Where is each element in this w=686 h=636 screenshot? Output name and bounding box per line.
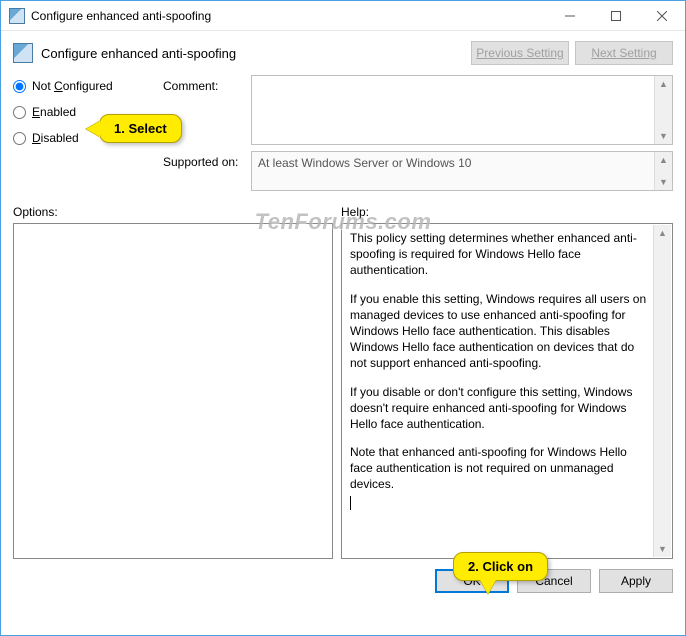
help-label: Help: — [341, 205, 369, 219]
options-label: Options: — [13, 205, 341, 219]
radio-not-configured-label: Not Configured — [32, 79, 113, 93]
scroll-down-icon[interactable]: ▼ — [655, 128, 672, 144]
scroll-up-icon[interactable]: ▲ — [655, 152, 672, 168]
section-labels: Options: Help: — [1, 191, 685, 221]
minimize-button[interactable] — [547, 1, 593, 30]
callout-tail-icon — [86, 121, 100, 137]
supported-on-box: At least Windows Server or Windows 10 ▲ … — [251, 151, 673, 191]
nav-buttons: Previous Setting Next Setting — [471, 41, 673, 65]
callout-tail-icon — [480, 580, 496, 594]
window-controls — [547, 1, 685, 30]
help-scrollbar[interactable]: ▲ ▼ — [653, 225, 671, 557]
close-button[interactable] — [639, 1, 685, 30]
titlebar: Configure enhanced anti-spoofing — [1, 1, 685, 31]
annotation-step1: 1. Select — [99, 114, 182, 143]
radio-enabled-input[interactable] — [13, 106, 26, 119]
text-cursor — [350, 496, 351, 510]
radio-disabled-label: Disabled — [32, 131, 79, 145]
app-icon — [9, 8, 25, 24]
previous-setting-button[interactable]: Previous Setting — [471, 41, 569, 65]
header-row: Configure enhanced anti-spoofing Previou… — [1, 31, 685, 71]
comment-textarea[interactable]: ▲ ▼ — [251, 75, 673, 145]
next-setting-button[interactable]: Next Setting — [575, 41, 673, 65]
supported-on-value: At least Windows Server or Windows 10 — [258, 156, 471, 170]
window-title: Configure enhanced anti-spoofing — [31, 9, 547, 23]
supported-scrollbar[interactable]: ▲ ▼ — [654, 152, 672, 190]
help-p2: If you enable this setting, Windows requ… — [350, 291, 650, 372]
annotation-step2: 2. Click on — [453, 552, 548, 581]
annotation-step2-text: 2. Click on — [468, 559, 533, 574]
options-pane[interactable] — [13, 223, 333, 559]
scroll-up-icon[interactable]: ▲ — [655, 76, 672, 92]
scroll-down-icon[interactable]: ▼ — [655, 174, 672, 190]
apply-button[interactable]: Apply — [599, 569, 673, 593]
radio-disabled-input[interactable] — [13, 132, 26, 145]
dialog-buttons: OK Cancel Apply — [1, 559, 685, 601]
help-p4: Note that enhanced anti-spoofing for Win… — [350, 444, 650, 493]
help-p1: This policy setting determines whether e… — [350, 230, 650, 279]
help-pane[interactable]: This policy setting determines whether e… — [341, 223, 673, 559]
help-text: This policy setting determines whether e… — [350, 230, 650, 511]
help-p3: If you disable or don't configure this s… — [350, 384, 650, 433]
supported-on-label: Supported on: — [163, 145, 251, 191]
radio-not-configured-input[interactable] — [13, 80, 26, 93]
page-title: Configure enhanced anti-spoofing — [41, 46, 463, 61]
scroll-down-icon[interactable]: ▼ — [654, 541, 671, 557]
content-panes: This policy setting determines whether e… — [1, 221, 685, 559]
maximize-button[interactable] — [593, 1, 639, 30]
radio-enabled-label: Enabled — [32, 105, 76, 119]
radio-not-configured[interactable]: Not Configured — [13, 79, 163, 93]
scroll-up-icon[interactable]: ▲ — [654, 225, 671, 241]
policy-icon — [13, 43, 33, 63]
comment-scrollbar[interactable]: ▲ ▼ — [654, 76, 672, 144]
annotation-step1-text: 1. Select — [114, 121, 167, 136]
